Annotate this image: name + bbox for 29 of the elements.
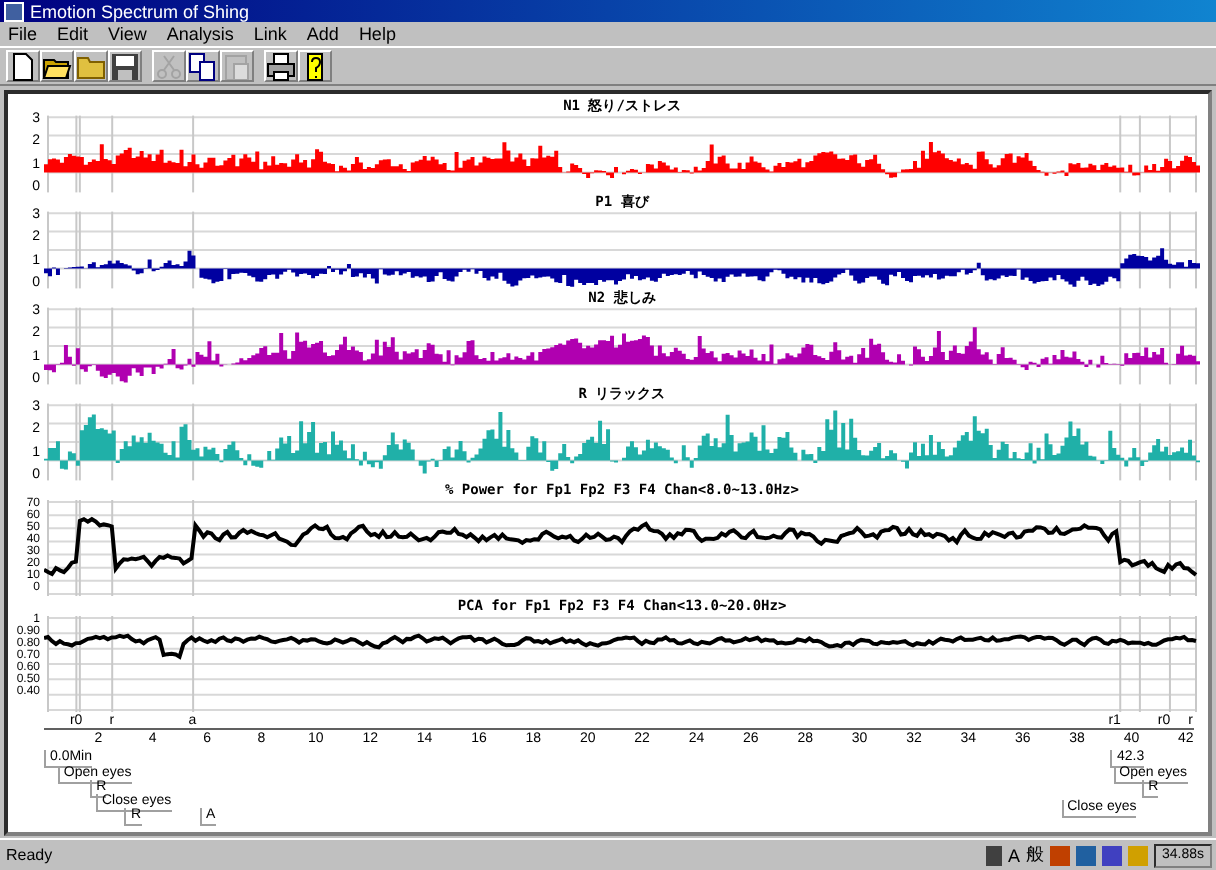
menu-item[interactable]: Add [306, 24, 339, 44]
new-file-icon [8, 51, 38, 81]
window-title: Emotion Spectrum of Shing [30, 1, 250, 21]
status-text: Ready [6, 846, 53, 864]
tray-icon [1127, 845, 1148, 865]
copy-icon [188, 51, 218, 81]
menu-item[interactable]: Link [253, 24, 287, 44]
save-icon [110, 51, 140, 81]
printer-icon [266, 51, 296, 81]
toolbar-button[interactable] [6, 50, 40, 82]
ime-indicator: 般 [1025, 842, 1044, 868]
menu-item[interactable]: View [108, 24, 147, 44]
tray-icon [1101, 845, 1122, 865]
toolbar-button[interactable] [108, 50, 142, 82]
tray-icon [1049, 845, 1070, 865]
menu-item[interactable]: Analysis [166, 24, 234, 44]
tray-icon [1075, 845, 1096, 865]
toolbar-button[interactable] [298, 50, 332, 82]
paste-icon [222, 51, 252, 81]
app-icon [4, 1, 24, 21]
ime-indicator: A [1007, 845, 1020, 865]
menu-item[interactable]: File [8, 24, 38, 44]
toolbar-button[interactable] [264, 50, 298, 82]
toolbar-button[interactable] [186, 50, 220, 82]
toolbar-button[interactable] [40, 50, 74, 82]
menu-item[interactable]: Help [358, 24, 396, 44]
menu-item[interactable]: Edit [57, 24, 89, 44]
folder-icon [76, 51, 106, 81]
scissors-icon [154, 51, 184, 81]
